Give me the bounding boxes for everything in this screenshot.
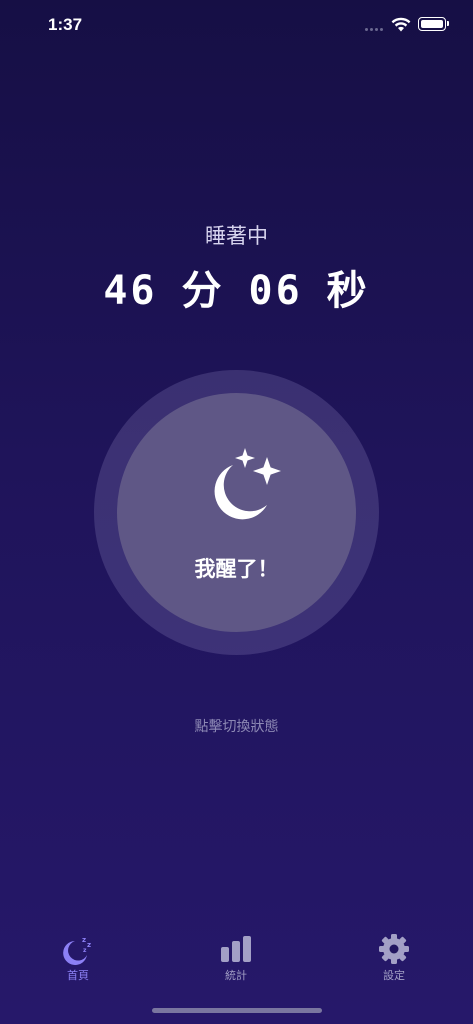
gear-icon bbox=[379, 934, 409, 964]
svg-text:z: z bbox=[83, 947, 87, 954]
wake-button-label: 我醒了！ bbox=[194, 557, 279, 581]
svg-text:z: z bbox=[82, 936, 86, 944]
sleep-timer: 46 分 06 秒 bbox=[0, 258, 473, 316]
wake-up-button[interactable]: 我醒了！ bbox=[117, 393, 356, 632]
timer-seconds: 06 bbox=[248, 268, 303, 314]
timer-minutes-unit: 分 bbox=[181, 268, 225, 314]
battery-icon bbox=[418, 17, 449, 31]
wifi-icon bbox=[391, 17, 411, 32]
tab-stats-label: 統計 bbox=[225, 969, 247, 982]
status-bar: 1:37 bbox=[0, 0, 473, 50]
timer-minutes: 46 bbox=[103, 268, 158, 314]
tab-settings[interactable]: 設定 bbox=[354, 925, 434, 990]
moon-stars-icon bbox=[214, 448, 281, 520]
toggle-hint: 點擊切換狀態 bbox=[194, 719, 279, 735]
tab-bar: z z z 首頁 統計 設定 bbox=[0, 925, 473, 995]
cellular-signal-icon bbox=[365, 28, 383, 31]
bar-chart-icon bbox=[221, 936, 251, 962]
tab-home[interactable]: z z z 首頁 bbox=[38, 925, 118, 990]
svg-text:z: z bbox=[87, 941, 91, 949]
tab-stats[interactable]: 統計 bbox=[196, 925, 276, 990]
timer-seconds-unit: 秒 bbox=[326, 268, 370, 314]
tab-home-label: 首頁 bbox=[67, 969, 89, 982]
sleep-moon-icon: z z z bbox=[63, 936, 91, 965]
status-time: 1:37 bbox=[48, 15, 83, 34]
tab-settings-label: 設定 bbox=[383, 969, 405, 982]
sleep-status-label: 睡著中 bbox=[205, 224, 268, 248]
home-indicator bbox=[152, 1008, 322, 1013]
